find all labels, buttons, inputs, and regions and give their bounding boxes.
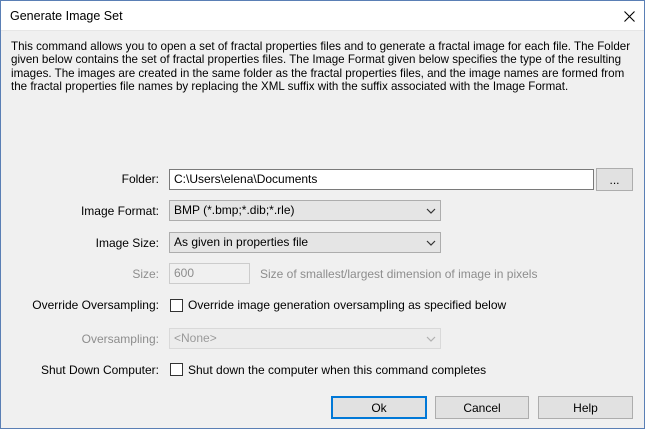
oversampling-select[interactable]: <None> xyxy=(169,328,441,349)
folder-input[interactable]: C:\Users\elena\Documents xyxy=(169,169,594,190)
help-button[interactable]: Help xyxy=(538,396,633,419)
close-button[interactable] xyxy=(614,1,644,31)
browse-folder-button[interactable]: ... xyxy=(596,168,633,191)
image-format-label: Image Format: xyxy=(80,204,159,218)
description-text: This command allows you to open a set of… xyxy=(11,40,631,94)
generate-image-set-dialog: Generate Image Set This command allows y… xyxy=(0,0,645,429)
shutdown-computer-checkbox-label[interactable]: Shut down the computer when this command… xyxy=(188,363,486,377)
folder-label: Folder: xyxy=(121,172,159,186)
oversampling-value: <None> xyxy=(174,331,217,345)
shutdown-computer-label: Shut Down Computer: xyxy=(40,363,159,377)
chevron-down-icon xyxy=(426,240,436,246)
override-oversampling-label: Override Oversampling: xyxy=(32,298,159,312)
image-size-value: As given in properties file xyxy=(174,235,309,249)
size-hint: Size of smallest/largest dimension of im… xyxy=(260,267,538,281)
close-icon xyxy=(623,10,635,22)
size-input[interactable]: 600 xyxy=(169,263,250,284)
shutdown-computer-checkbox[interactable] xyxy=(170,363,183,376)
image-size-label: Image Size: xyxy=(95,236,159,250)
override-oversampling-checkbox[interactable] xyxy=(170,299,183,312)
oversampling-label: Oversampling: xyxy=(81,332,159,346)
image-size-select[interactable]: As given in properties file xyxy=(169,232,441,253)
image-format-select[interactable]: BMP (*.bmp;*.dib;*.rle) xyxy=(169,200,441,221)
override-oversampling-checkbox-label[interactable]: Override image generation oversampling a… xyxy=(188,298,506,312)
chevron-down-icon xyxy=(426,208,436,214)
chevron-down-icon xyxy=(426,336,436,342)
size-label: Size: xyxy=(132,267,159,281)
window-title: Generate Image Set xyxy=(10,9,123,23)
ok-button[interactable]: Ok xyxy=(331,396,427,419)
image-format-value: BMP (*.bmp;*.dib;*.rle) xyxy=(174,203,295,217)
cancel-button[interactable]: Cancel xyxy=(435,396,529,419)
title-bar: Generate Image Set xyxy=(1,1,644,31)
